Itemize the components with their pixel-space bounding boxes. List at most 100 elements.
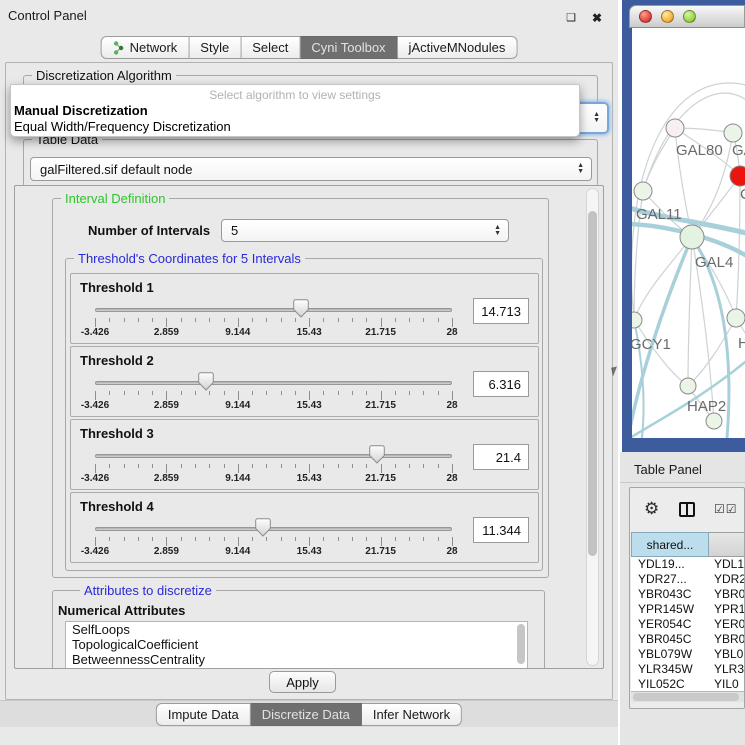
popup-item-manual-discretization[interactable]: Manual Discretization bbox=[14, 103, 148, 118]
cell-shared-name[interactable]: YLR345W bbox=[631, 662, 709, 677]
tab-infer-network[interactable]: Infer Network bbox=[362, 703, 462, 726]
cell-shared-name[interactable]: YDR27... bbox=[631, 572, 709, 587]
network-node-gal4[interactable] bbox=[680, 225, 704, 249]
cell-shared-name[interactable]: YBR043C bbox=[631, 587, 709, 602]
table-row[interactable]: YDL19...YDL1 bbox=[631, 557, 745, 572]
threshold-value-field[interactable]: 11.344 bbox=[473, 517, 529, 543]
popup-item-equal-width-frequency[interactable]: Equal Width/Frequency Discretization bbox=[14, 119, 231, 134]
attribute-item[interactable]: BetweennessCentrality bbox=[66, 652, 527, 667]
threshold-panel-3: Threshold 3 -3.4262.8599.14415.4321.71528… bbox=[70, 419, 539, 490]
network-node-ga[interactable] bbox=[724, 124, 742, 142]
slider-track[interactable] bbox=[95, 527, 452, 531]
table-row[interactable]: YBL079WYBL0 bbox=[631, 647, 745, 662]
threshold-label: Threshold 3 bbox=[80, 426, 154, 441]
numerical-attributes-list[interactable]: SelfLoopsTopologicalCoefficientBetweenne… bbox=[65, 621, 528, 669]
threshold-value-field[interactable]: 14.713 bbox=[473, 298, 529, 324]
zoom-traffic-icon[interactable] bbox=[683, 10, 696, 23]
slider-thumb[interactable] bbox=[369, 445, 386, 464]
cell-shared-name[interactable]: YPR145W bbox=[631, 602, 709, 617]
table-row[interactable]: YBR043CYBR0 bbox=[631, 587, 745, 602]
network-node-gal80[interactable] bbox=[666, 119, 684, 137]
slider-thumb[interactable] bbox=[293, 299, 310, 318]
tab-cyni-toolbox[interactable]: Cyni Toolbox bbox=[300, 36, 397, 59]
cell-shared-name[interactable]: YER054C bbox=[631, 617, 709, 632]
cell-name[interactable]: YIL0 bbox=[709, 677, 745, 691]
cell-shared-name[interactable]: YBR045C bbox=[631, 632, 709, 647]
threshold-slider[interactable]: -3.4262.8599.14415.4321.71528 bbox=[95, 446, 452, 486]
slider-track[interactable] bbox=[95, 308, 452, 312]
table-data-combobox[interactable]: galFiltered.sif default node ▲▼ bbox=[30, 157, 592, 181]
cell-name[interactable]: YER0 bbox=[709, 617, 745, 632]
tab-network[interactable]: Network bbox=[101, 36, 190, 59]
threshold-label: Threshold 1 bbox=[80, 280, 154, 295]
column-header-name[interactable]: na bbox=[709, 532, 745, 557]
settings-scrollbar-thumb[interactable] bbox=[588, 211, 597, 556]
tab-style[interactable]: Style bbox=[189, 36, 241, 59]
network-node-h[interactable] bbox=[727, 309, 745, 327]
settings-scrollbar[interactable] bbox=[586, 188, 599, 666]
table-row[interactable]: YLR345WYLR3 bbox=[631, 662, 745, 677]
network-node-hap2[interactable] bbox=[680, 378, 696, 394]
cell-name[interactable]: YBR0 bbox=[709, 587, 745, 602]
apply-button[interactable]: Apply bbox=[269, 671, 336, 693]
close-traffic-icon[interactable] bbox=[639, 10, 652, 23]
threshold-value-field[interactable]: 21.4 bbox=[473, 444, 529, 470]
slider-track[interactable] bbox=[95, 454, 452, 458]
threshold-slider[interactable]: -3.4262.8599.14415.4321.71528 bbox=[95, 519, 452, 559]
number-of-intervals-combobox[interactable]: 5 ▲▼ bbox=[221, 219, 509, 242]
table-hscrollbar-thumb[interactable] bbox=[633, 693, 739, 701]
threshold-panel-1: Threshold 1 -3.4262.8599.14415.4321.71528… bbox=[70, 273, 539, 344]
network-canvas[interactable]: GAL80GACGAL11GAL4GCY1HHAP2 bbox=[632, 28, 745, 438]
minimize-traffic-icon[interactable] bbox=[661, 10, 674, 23]
list-scrollbar[interactable] bbox=[517, 624, 525, 664]
threshold-slider[interactable]: -3.4262.8599.14415.4321.71528 bbox=[95, 373, 452, 413]
algorithm-dropdown-popup: Select algorithm to view settings Manual… bbox=[10, 84, 580, 137]
attribute-item[interactable]: SelfLoops bbox=[66, 622, 527, 637]
network-node[interactable] bbox=[706, 413, 722, 429]
slider-thumb[interactable] bbox=[197, 372, 214, 391]
close-icon[interactable]: ✖ bbox=[590, 11, 604, 25]
column-header-shared-name[interactable]: shared... bbox=[631, 532, 709, 557]
tab-jactivemnodules[interactable]: jActiveMNodules bbox=[398, 36, 518, 59]
float-window-icon[interactable]: ❑ bbox=[564, 11, 578, 25]
cell-name[interactable]: YBL0 bbox=[709, 647, 745, 662]
table-row[interactable]: YPR145WYPR1 bbox=[631, 602, 745, 617]
group-legend: Interval Definition bbox=[61, 191, 169, 206]
attributes-group: Attributes to discretize Numerical Attri… bbox=[52, 590, 545, 669]
table-row[interactable]: YDR27...YDR2 bbox=[631, 572, 745, 587]
cell-name[interactable]: YBR0 bbox=[709, 632, 745, 647]
table-hscrollbar[interactable] bbox=[631, 691, 745, 702]
network-node-gcy1[interactable] bbox=[632, 312, 642, 328]
attribute-item[interactable]: TopologicalCoefficient bbox=[66, 637, 527, 652]
tab-select[interactable]: Select bbox=[241, 36, 300, 59]
slider-ticks bbox=[95, 391, 452, 400]
cell-shared-name[interactable]: YIL052C bbox=[631, 677, 709, 691]
cell-name[interactable]: YLR3 bbox=[709, 662, 745, 677]
cell-shared-name[interactable]: YDL19... bbox=[631, 557, 709, 572]
checkbox-icons[interactable]: ☑☑ bbox=[714, 502, 738, 516]
tab-impute-data[interactable]: Impute Data bbox=[156, 703, 251, 726]
slider-ticks bbox=[95, 318, 452, 327]
cell-name[interactable]: YDL1 bbox=[709, 557, 745, 572]
tab-discretize-data[interactable]: Discretize Data bbox=[251, 703, 362, 726]
slider-thumb[interactable] bbox=[254, 518, 271, 537]
group-legend: Threshold's Coordinates for 5 Intervals bbox=[74, 251, 305, 266]
network-node-gal11[interactable] bbox=[634, 182, 652, 200]
table-rows: YDL19...YDL1YDR27...YDR2YBR043CYBR0YPR14… bbox=[631, 557, 745, 691]
right-panel: GAL80GACGAL11GAL4GCY1HHAP2 Table Panel ⚙… bbox=[620, 0, 745, 745]
table-row[interactable]: YBR045CYBR0 bbox=[631, 632, 745, 647]
threshold-slider[interactable]: -3.4262.8599.14415.4321.71528 bbox=[95, 300, 452, 340]
cell-shared-name[interactable]: YBL079W bbox=[631, 647, 709, 662]
popup-hint: Select algorithm to view settings bbox=[11, 88, 579, 102]
slider-tick-labels: -3.4262.8599.14415.4321.71528 bbox=[95, 327, 452, 339]
slider-track[interactable] bbox=[95, 381, 452, 385]
threshold-value-field[interactable]: 6.316 bbox=[473, 371, 529, 397]
network-window-titlebar[interactable] bbox=[629, 5, 745, 28]
gear-icon[interactable]: ⚙ bbox=[644, 499, 659, 519]
table-row[interactable]: YIL052CYIL0 bbox=[631, 677, 745, 691]
cell-name[interactable]: YDR2 bbox=[709, 572, 745, 587]
cell-name[interactable]: YPR1 bbox=[709, 602, 745, 617]
table-row[interactable]: YER054CYER0 bbox=[631, 617, 745, 632]
network-node-c[interactable] bbox=[730, 166, 745, 186]
columns-icon[interactable] bbox=[679, 502, 695, 517]
